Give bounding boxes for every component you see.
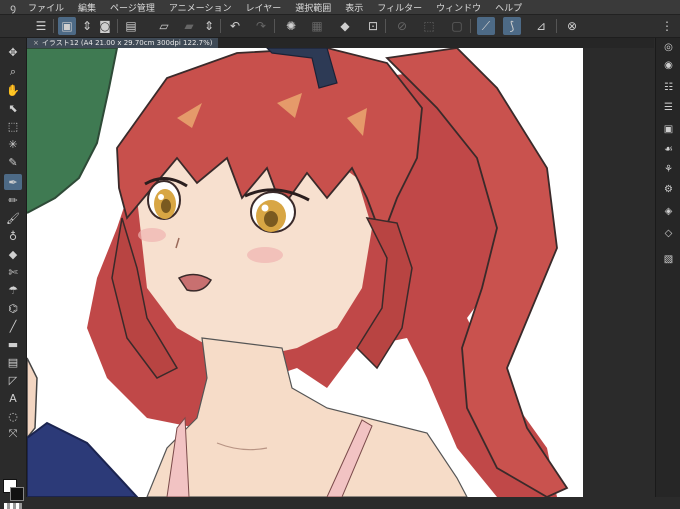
navigator-icon[interactable]: ◉ (660, 58, 677, 73)
command-bar: ☰ ▣ ⇕ ◙ ▤ ▱ ▰ ⇕ ↶ ↷ ✺ ▦ ◆ ⊡ ⊘ ⬚ ▢ ⟋ ⟆ ⊿ … (0, 15, 680, 38)
stepper-icon[interactable]: ⇕ (200, 17, 218, 35)
new-canvas-icon[interactable]: ▣ (58, 17, 76, 35)
transform-icon[interactable]: ⊡ (364, 17, 382, 35)
green-hair-shape (27, 48, 117, 213)
menu-window[interactable]: ウィンドウ (436, 1, 481, 14)
tool-property-icon[interactable]: ☰ (660, 100, 677, 115)
eyedropper-icon[interactable]: ✎ (4, 154, 22, 170)
artwork-illustration (27, 48, 569, 497)
snap-ruler-icon[interactable]: ⟋ (477, 17, 495, 35)
material-icon[interactable]: ▧ (660, 252, 677, 267)
new-file-icon[interactable]: ▤ (122, 17, 140, 35)
canvas-background-area (583, 48, 654, 497)
frame-icon[interactable]: ▤ (4, 354, 22, 370)
snap-grid-icon[interactable]: ⊿ (532, 17, 550, 35)
brush-size-icon[interactable]: ▣ (660, 122, 677, 137)
redo-icon[interactable]: ↷ (252, 17, 270, 35)
invert-selection-icon[interactable]: ⬚ (420, 17, 438, 35)
menu-edit[interactable]: 編集 (78, 1, 96, 14)
auto-select-icon[interactable]: ✳ (4, 136, 22, 152)
brush-icon[interactable]: 🖌 (4, 210, 22, 226)
fill-outside-icon[interactable]: ▦ (308, 17, 326, 35)
menu-layer[interactable]: レイヤー (246, 1, 282, 14)
toolbar-divider (53, 19, 54, 33)
menu-bar: ꝯ ファイル 編集 ページ管理 アニメーション レイヤー 選択範囲 表示 フィル… (0, 0, 680, 15)
line-icon[interactable]: ╱ (4, 318, 22, 334)
snap-special-ruler-icon[interactable]: ⟆ (503, 17, 521, 35)
tool-palette: ✥ ⌕ ✋ ⬉ ⬚ ✳ ✎ ✒ ✏ 🖌 ♁ ◆ ✄ ☂ ⌬ ╱ ▬ ▤ ◸ A … (0, 38, 27, 509)
toolbar-divider (220, 19, 221, 33)
airbrush-icon[interactable]: ♁ (4, 228, 22, 244)
deselect-icon[interactable]: ⊘ (393, 17, 411, 35)
balloon-icon[interactable]: ◌ (4, 408, 22, 424)
toolbar-divider (556, 19, 557, 33)
color-history-icon[interactable]: ⚙ (660, 182, 677, 197)
menu-help[interactable]: ヘルプ (495, 1, 522, 14)
layer-icon[interactable]: ◈ (660, 204, 677, 219)
menu-animation[interactable]: アニメーション (169, 1, 232, 14)
menu-filter[interactable]: フィルター (377, 1, 422, 14)
stepper-icon[interactable]: ⇕ (78, 17, 96, 35)
fill-icon[interactable]: ◆ (336, 17, 354, 35)
clip-studio-logo-icon[interactable]: ꝯ (6, 0, 20, 14)
selection-icon[interactable]: ⬚ (4, 118, 22, 134)
background-color-swatch[interactable] (10, 487, 24, 501)
tab-title: イラスト12 (A4 21.00 x 29.70cm 300dpi 122.7%… (41, 39, 213, 47)
sub-tool-icon[interactable]: ☷ (660, 80, 677, 95)
left-blush (138, 228, 166, 242)
clear-icon[interactable]: ✺ (282, 17, 300, 35)
menu-icon[interactable]: ☰ (32, 17, 50, 35)
text-icon[interactable]: A (4, 390, 22, 406)
canvas-view-icon[interactable]: ◙ (96, 17, 114, 35)
pen-icon[interactable]: ✒ (4, 174, 22, 190)
decoration-icon[interactable]: ✄ (4, 264, 22, 280)
help-icon[interactable]: ⊗ (563, 17, 581, 35)
correct-line-icon[interactable]: ⤧ (4, 426, 22, 442)
menu-selection[interactable]: 選択範囲 (295, 1, 331, 14)
menu-page-management[interactable]: ページ管理 (110, 1, 155, 14)
menu-file[interactable]: ファイル (28, 1, 64, 14)
tab-canvas[interactable]: × イラスト12 (A4 21.00 x 29.70cm 300dpi 122.7… (27, 38, 219, 48)
close-icon[interactable]: × (33, 39, 39, 47)
color-set-icon[interactable]: ⚘ (660, 162, 677, 177)
ruler-icon[interactable]: ◸ (4, 372, 22, 388)
right-eye-highlight (261, 204, 269, 212)
toolbar-divider (385, 19, 386, 33)
undo-icon[interactable]: ↶ (226, 17, 244, 35)
pencil-icon[interactable]: ✏ (4, 192, 22, 208)
gradient-icon[interactable]: ▬ (4, 336, 22, 352)
layer-search-icon[interactable]: ◇ (660, 226, 677, 241)
transparent-color-swatch[interactable] (4, 503, 22, 509)
selection-border-icon[interactable]: ▢ (448, 17, 466, 35)
blend-icon[interactable]: ☂ (4, 282, 22, 298)
layer-property-icon[interactable]: ◎ (660, 40, 677, 55)
palette-dock: ◎ ◉ ☷ ☰ ▣ ☙ ⚘ ⚙ ◈ ◇ ▧ (655, 38, 680, 497)
operation-icon[interactable]: ⬉ (4, 100, 22, 116)
left-pupil (161, 199, 171, 213)
drawing-canvas[interactable] (27, 48, 583, 497)
move-icon[interactable]: ✥ (4, 44, 22, 60)
eraser-icon[interactable]: ◆ (4, 246, 22, 262)
toolbar-divider (470, 19, 471, 33)
more-icon[interactable]: ⋮ (658, 17, 676, 35)
green-character-skin (27, 357, 38, 440)
open-folder-icon[interactable]: ▱ (155, 17, 173, 35)
fill-bucket-icon[interactable]: ⌬ (4, 300, 22, 316)
left-eye-highlight (158, 194, 164, 200)
toolbar-divider (117, 19, 118, 33)
right-pupil (264, 211, 278, 227)
toolbar-divider (274, 19, 275, 33)
save-icon[interactable]: ▰ (180, 17, 198, 35)
hand-icon[interactable]: ✋ (4, 82, 22, 98)
zoom-icon[interactable]: ⌕ (4, 64, 22, 80)
blue-swimsuit (27, 421, 139, 497)
menu-view[interactable]: 表示 (345, 1, 363, 14)
right-blush (247, 247, 283, 263)
color-wheel-icon[interactable]: ☙ (660, 142, 677, 157)
